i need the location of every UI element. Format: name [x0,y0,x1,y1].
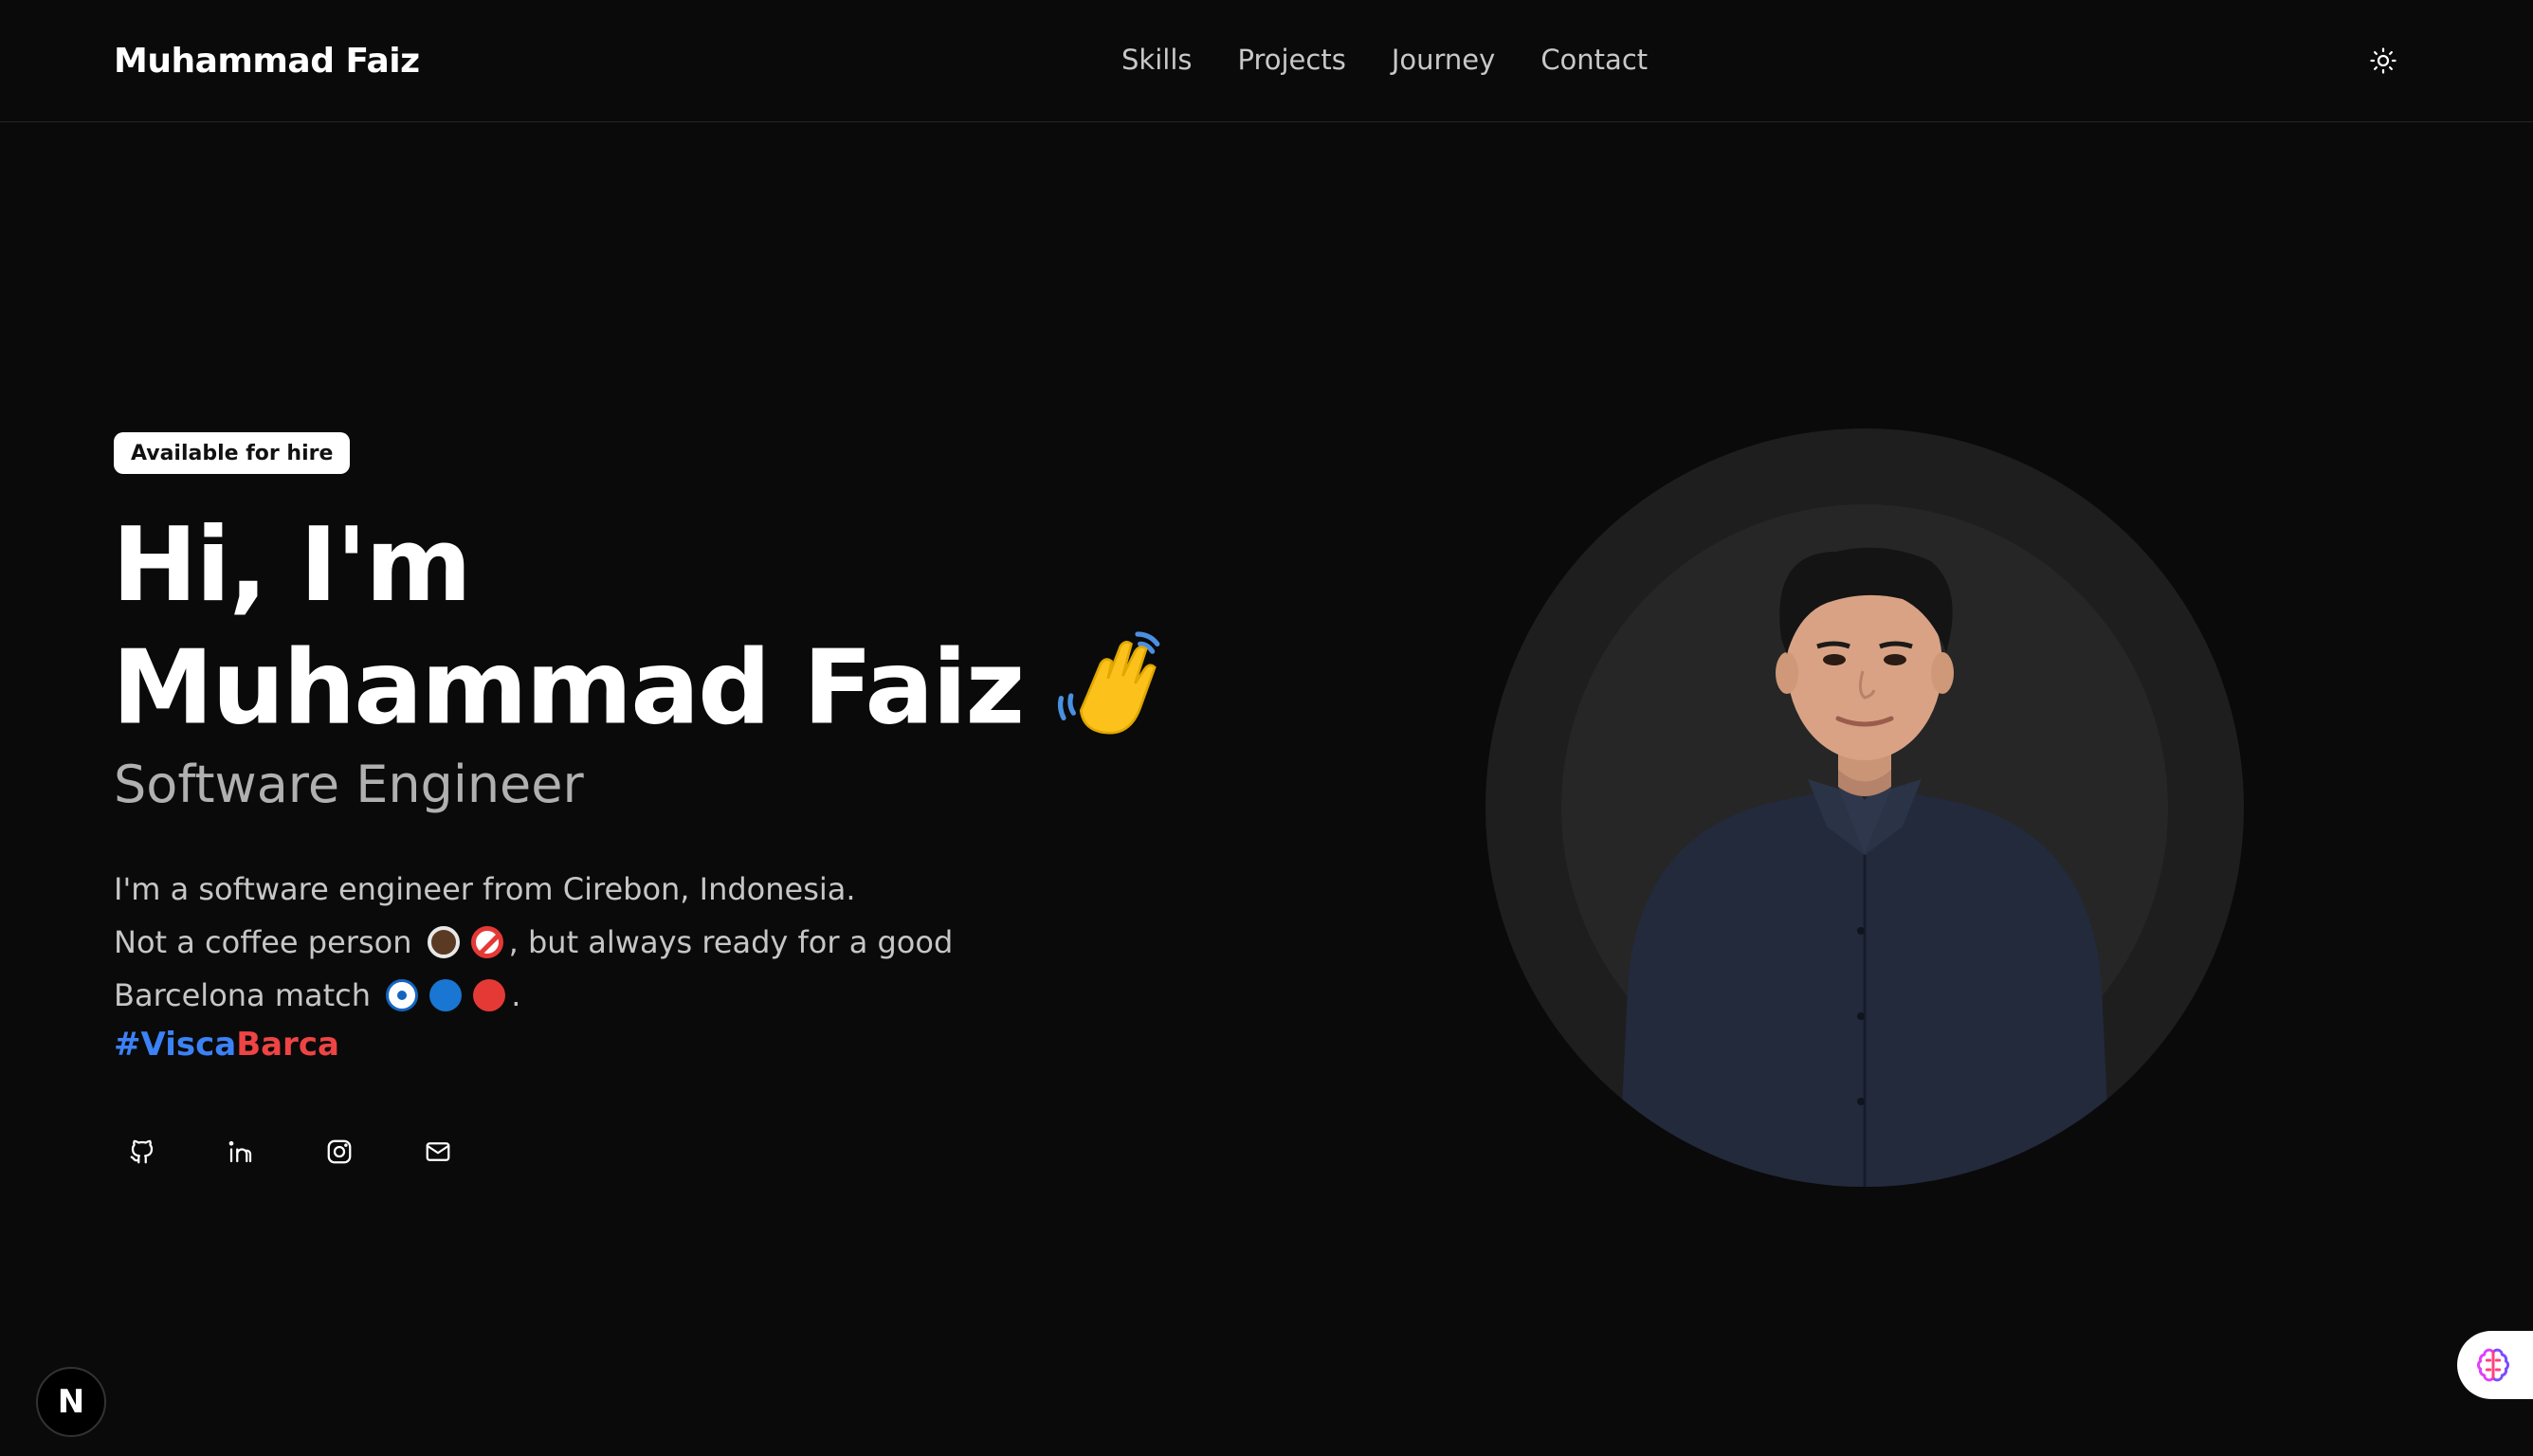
hashtag: #ViscaBarca [114,1026,339,1064]
profile-photo [1485,428,2244,1187]
nav-skills[interactable]: Skills [1121,44,1192,76]
nav-contact[interactable]: Contact [1540,44,1648,76]
nav-journey[interactable]: Journey [1392,44,1495,76]
brain-icon [2476,1348,2510,1382]
instagram-icon [327,1139,352,1164]
blue-circle-icon [429,979,463,1011]
hashtag-barca: Barca [236,1026,339,1064]
availability-badge: Available for hire [114,432,351,474]
waving-hand-icon [1051,622,1175,767]
profile-portrait [1618,547,2111,1187]
site-header: Muhammad Faiz Skills Projects Journey Co… [0,0,2533,122]
bio-line-2: Not a coffee person , but always ready f… [114,916,1062,969]
hero-heading: Hi, I'm Muhammad Faiz [112,510,1175,767]
bio-line-3: Barcelona match . [114,969,1062,1022]
hero-greeting: Hi, I'm [112,506,472,625]
github-icon [130,1139,154,1164]
sun-icon [2370,47,2396,74]
hashtag-visca: #Visca [114,1026,237,1064]
social-links [123,1133,457,1171]
site-brand[interactable]: Muhammad Faiz [114,42,420,81]
nextjs-dev-badge[interactable]: N [36,1367,106,1437]
hero-bio: I'm a software engineer from Cirebon, In… [114,863,1062,1022]
hero-title: Software Engineer [114,755,584,814]
linkedin-icon [228,1140,252,1163]
bio-line-2-text: Not a coffee person [114,924,412,960]
github-link[interactable] [123,1133,161,1171]
main-nav: Skills Projects Journey Contact [1121,44,1648,76]
mail-icon [426,1142,450,1161]
linkedin-link[interactable] [222,1133,260,1171]
prohibited-icon [470,926,503,958]
soccer-ball-icon [386,979,419,1011]
bio-line-3-text: Barcelona match [114,977,372,1013]
theme-toggle-button[interactable] [2364,42,2402,80]
bio-line-2-text-end: , but always ready for a good [508,924,954,960]
red-circle-icon [473,979,506,1011]
instagram-link[interactable] [320,1133,358,1171]
bio-line-3-end: . [511,977,521,1013]
email-link[interactable] [419,1133,457,1171]
hero-name: Muhammad Faiz [112,628,1025,748]
coffee-icon [427,926,460,958]
bio-line-1: I'm a software engineer from Cirebon, In… [114,871,856,907]
assistant-button[interactable] [2457,1331,2533,1399]
nav-projects[interactable]: Projects [1237,44,1345,76]
